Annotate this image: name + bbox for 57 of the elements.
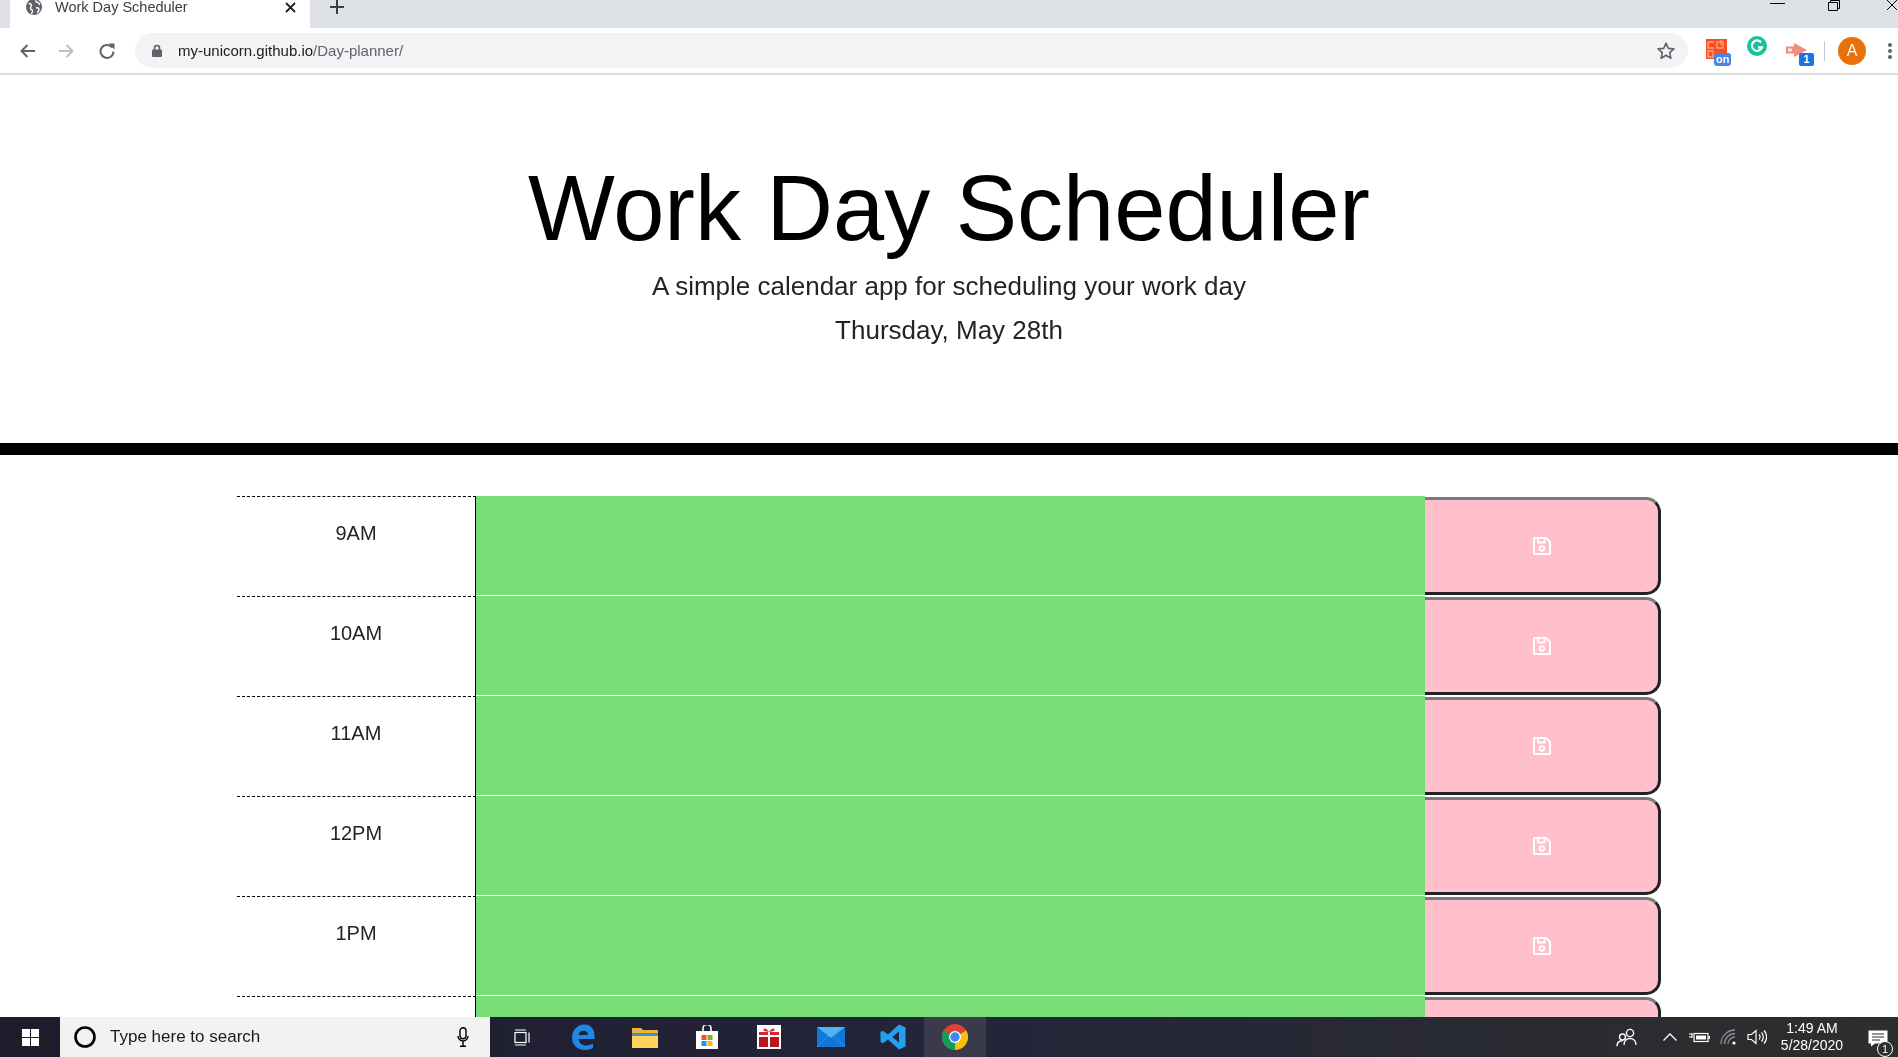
star-icon[interactable] — [1657, 41, 1675, 60]
microphone-icon[interactable] — [457, 1027, 469, 1047]
hour-label: 12PM — [329, 821, 383, 846]
reload-icon[interactable] — [99, 42, 115, 59]
save-button[interactable] — [1425, 497, 1661, 595]
shopping-bag-icon[interactable] — [695, 1025, 719, 1049]
close-icon[interactable] — [1886, 0, 1898, 10]
ring-icon — [74, 1026, 96, 1048]
event-field[interactable] — [476, 796, 1425, 896]
extension-button[interactable]: 1 — [1786, 35, 1814, 66]
page-subtitle: A simple calendar app for scheduling your work day — [652, 270, 1246, 303]
hour-label: 1PM — [335, 921, 377, 946]
event-field[interactable] — [476, 596, 1425, 696]
plus-icon[interactable] — [330, 0, 344, 14]
profile-avatar[interactable]: A — [1838, 36, 1866, 65]
notification-icon[interactable] — [1868, 1030, 1888, 1047]
address-bar[interactable]: my-unicorn.github.io/Day-planner/ — [135, 33, 1688, 68]
speaker-icon[interactable] — [1747, 1029, 1767, 1045]
restore-icon[interactable] — [1828, 0, 1840, 11]
hour-label: 11AM — [330, 721, 382, 746]
gift-icon[interactable] — [757, 1025, 781, 1049]
clock-time: 1:49 AM — [1786, 1020, 1838, 1037]
taskbar-button[interactable] — [924, 1017, 986, 1057]
save-button[interactable] — [1425, 797, 1661, 895]
battery-icon[interactable] — [1688, 1031, 1710, 1043]
globe-icon — [26, 0, 42, 15]
current-date: Thursday, May 28th — [835, 314, 1063, 347]
people-icon[interactable] — [1616, 1027, 1638, 1047]
kebab-menu-icon[interactable] — [1888, 42, 1892, 59]
clock-date: 5/28/2020 — [1780, 1037, 1844, 1054]
save-button[interactable] — [1425, 897, 1661, 995]
arrow-logo-icon[interactable] — [1786, 42, 1807, 57]
e-logo-icon[interactable] — [570, 1024, 596, 1050]
extension-badge: 1 — [1799, 52, 1814, 66]
page-title: Work Day Scheduler — [528, 158, 1370, 259]
browser-tab[interactable]: Work Day Scheduler — [10, 0, 310, 28]
hour-label: 9AM — [335, 521, 377, 546]
wifi-icon[interactable] — [1720, 1029, 1736, 1045]
notification-badge: 1 — [1877, 1041, 1893, 1057]
extension-button[interactable]: on — [1706, 35, 1734, 66]
chevron-up-icon[interactable] — [1663, 1033, 1677, 1041]
event-field[interactable] — [476, 996, 1425, 1017]
browser-logo-icon[interactable] — [942, 1024, 968, 1050]
back-arrow-icon[interactable] — [19, 42, 35, 59]
folder-icon[interactable] — [632, 1026, 658, 1048]
ribbon-logo-icon[interactable] — [880, 1024, 906, 1050]
windows-logo-icon[interactable] — [21, 1028, 39, 1046]
save-button[interactable] — [1425, 697, 1661, 795]
event-field[interactable] — [476, 496, 1425, 596]
task-view-icon[interactable] — [511, 1028, 531, 1046]
close-icon[interactable] — [285, 2, 296, 13]
save-button[interactable] — [1425, 597, 1661, 695]
event-field[interactable] — [476, 896, 1425, 996]
event-field[interactable] — [476, 696, 1425, 796]
lock-icon — [152, 44, 162, 57]
search-field[interactable]: Type here to search — [60, 1017, 490, 1057]
hour-label: 10AM — [329, 621, 383, 646]
